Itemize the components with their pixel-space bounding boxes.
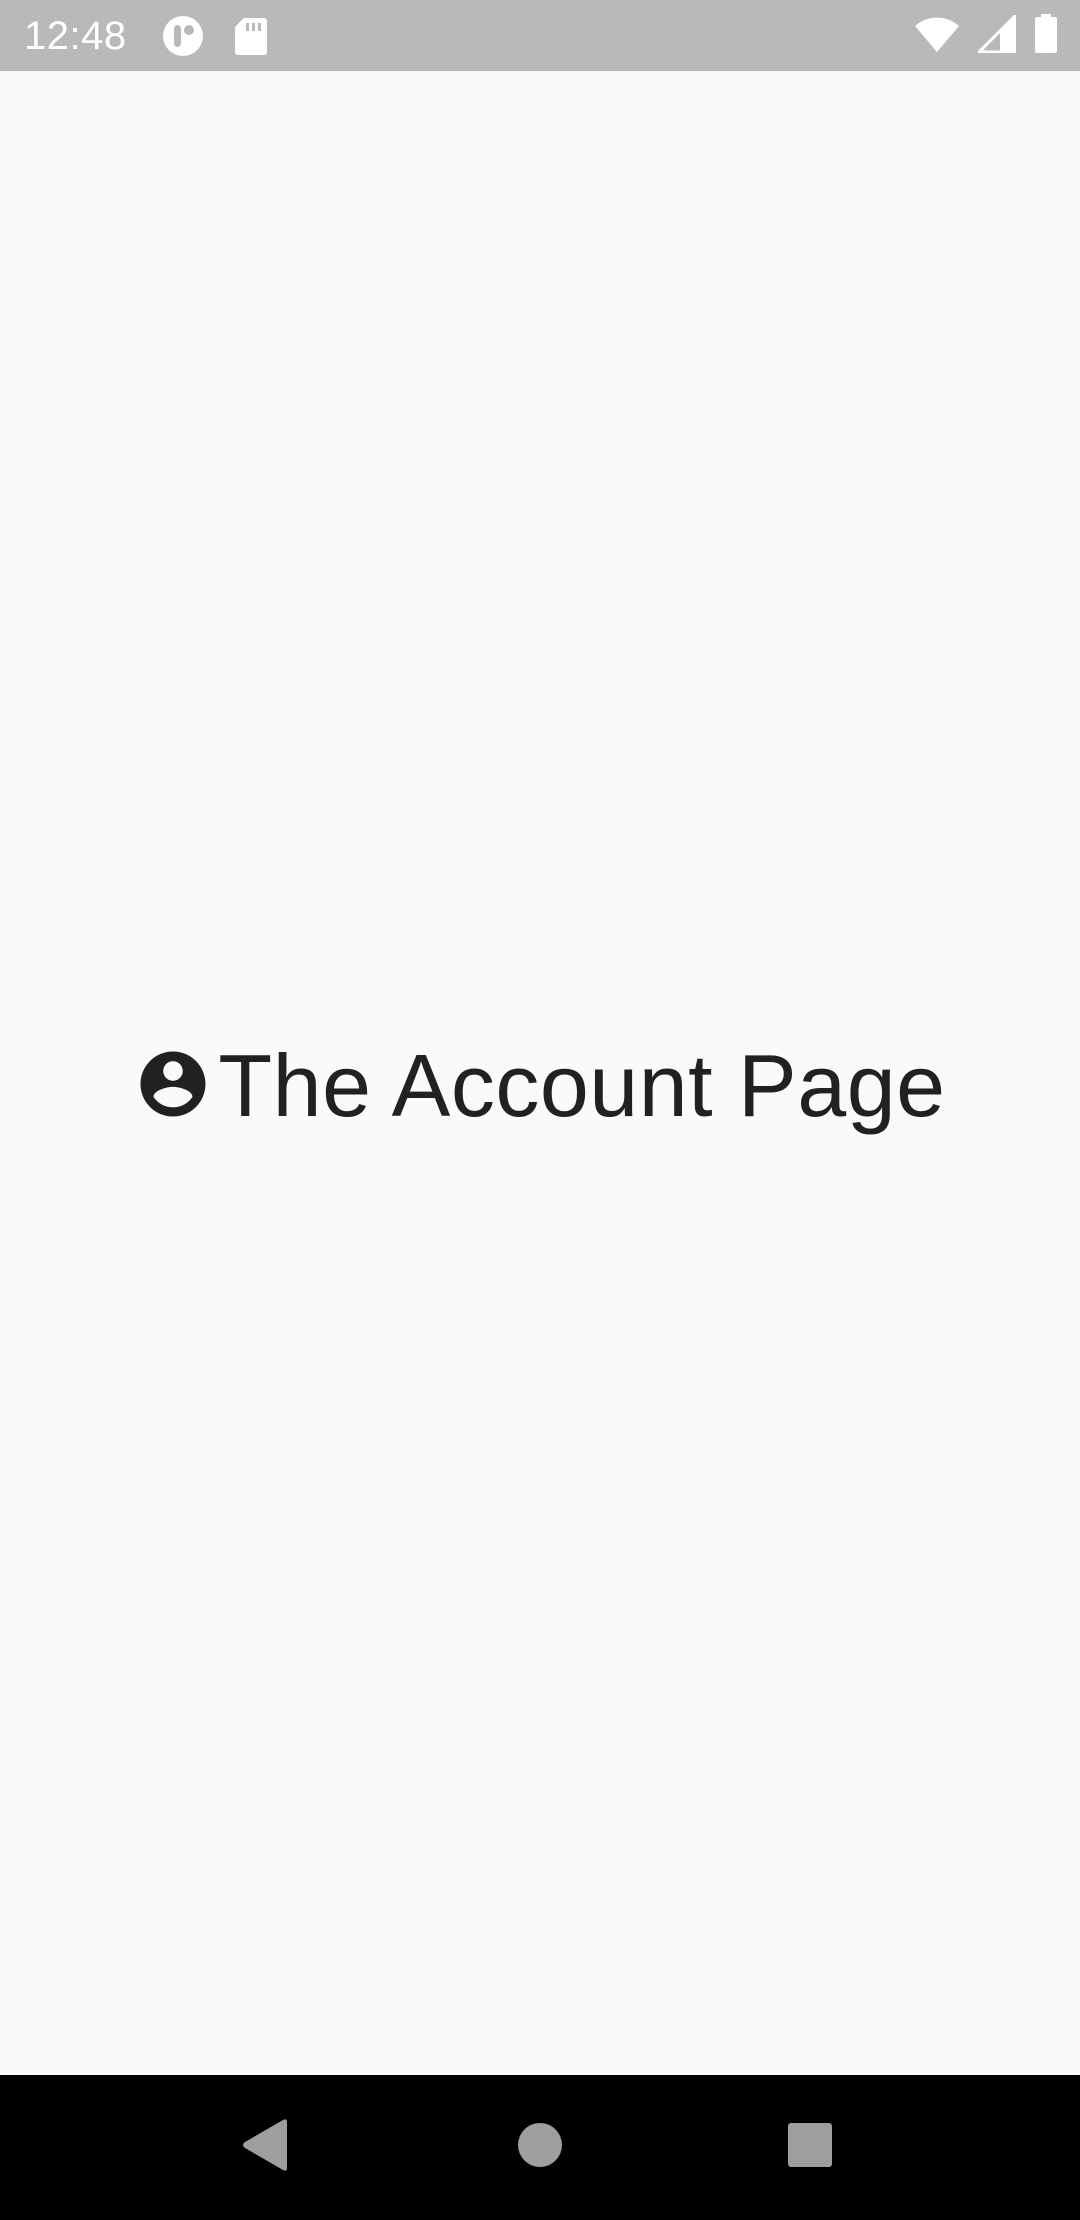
home-button[interactable] bbox=[508, 2115, 572, 2179]
wifi-icon bbox=[914, 15, 960, 58]
cellular-signal-icon bbox=[975, 12, 1017, 58]
status-time: 12:48 bbox=[24, 14, 127, 58]
home-circle-icon bbox=[517, 2122, 563, 2173]
account-circle-icon bbox=[134, 1045, 212, 1128]
page-title: The Account Page bbox=[218, 1036, 946, 1135]
recents-button[interactable] bbox=[778, 2115, 842, 2179]
back-triangle-icon bbox=[241, 2118, 291, 2177]
status-left-icons bbox=[162, 15, 268, 62]
status-right-icons bbox=[914, 12, 1058, 59]
sd-card-icon bbox=[234, 16, 268, 61]
recents-square-icon bbox=[787, 2122, 833, 2173]
back-button[interactable] bbox=[234, 2115, 298, 2179]
main-content: The Account Page bbox=[0, 71, 1080, 2075]
navigation-bar bbox=[0, 2075, 1080, 2220]
account-heading: The Account Page bbox=[0, 1036, 1080, 1136]
battery-icon bbox=[1034, 14, 1058, 59]
app-notification-icon bbox=[162, 15, 204, 62]
status-bar: 12:48 bbox=[0, 0, 1080, 71]
